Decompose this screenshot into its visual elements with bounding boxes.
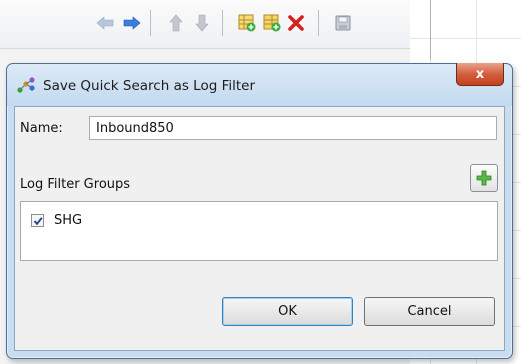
dialog-body: Name: Log Filter Groups SHG OK Cancel — [14, 106, 505, 351]
filter-app-icon — [17, 76, 37, 96]
background-divider — [430, 0, 431, 60]
dialog-titlebar[interactable]: Save Quick Search as Log Filter x — [7, 63, 512, 106]
group-checkbox[interactable] — [31, 214, 44, 227]
group-label: SHG — [54, 213, 83, 228]
delete-icon[interactable] — [286, 13, 306, 33]
add-table-icon[interactable] — [237, 13, 257, 33]
toolbar-separator — [318, 10, 319, 36]
up-arrow-icon[interactable] — [166, 13, 186, 33]
dialog-title: Save Quick Search as Log Filter — [43, 78, 255, 94]
toolbar-separator — [150, 10, 151, 36]
save-filter-dialog: Save Quick Search as Log Filter x Name: … — [6, 63, 513, 359]
name-input[interactable] — [89, 116, 497, 140]
log-filter-groups-list[interactable]: SHG — [20, 201, 498, 261]
add-group-button[interactable] — [470, 164, 498, 192]
save-icon[interactable] — [333, 13, 353, 33]
add-row-icon[interactable] — [262, 13, 282, 33]
close-button[interactable]: x — [456, 63, 504, 86]
background-toolbar — [0, 0, 410, 49]
toolbar-separator — [222, 10, 223, 36]
ok-button[interactable]: OK — [222, 297, 353, 326]
checkmark-icon — [33, 216, 43, 225]
log-filter-groups-label: Log Filter Groups — [20, 177, 131, 192]
cancel-button[interactable]: Cancel — [364, 297, 495, 326]
down-arrow-icon[interactable] — [192, 13, 212, 33]
back-arrow-icon[interactable] — [95, 13, 115, 33]
plus-icon — [476, 170, 492, 186]
list-item[interactable]: SHG — [31, 213, 82, 228]
name-label: Name: — [20, 121, 63, 136]
close-icon: x — [475, 66, 485, 82]
forward-arrow-icon[interactable] — [122, 13, 142, 33]
